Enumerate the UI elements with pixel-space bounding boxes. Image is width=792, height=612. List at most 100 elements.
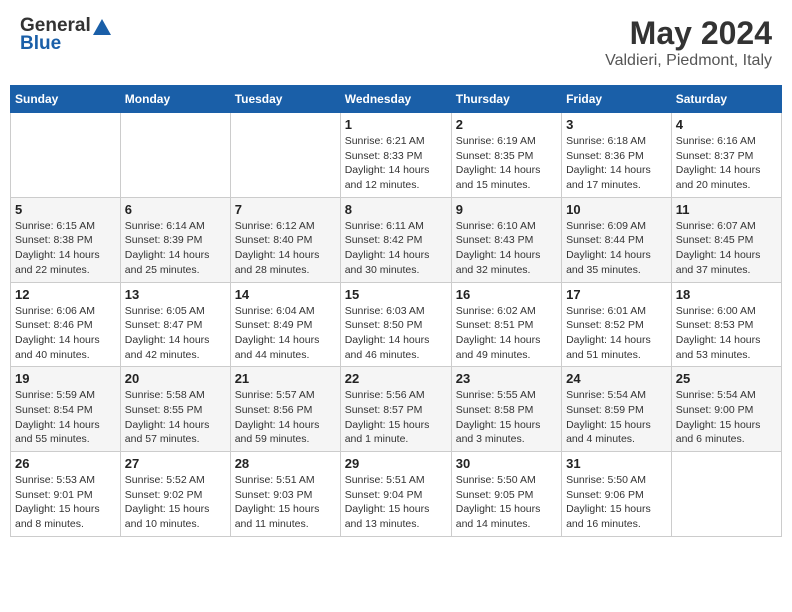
day-content: Sunrise: 5:56 AM Sunset: 8:57 PM Dayligh… (345, 388, 447, 447)
day-number: 23 (456, 371, 557, 386)
table-row: 15 Sunrise: 6:03 AM Sunset: 8:50 PM Dayli… (340, 282, 451, 367)
table-row: 7 Sunrise: 6:12 AM Sunset: 8:40 PM Daylig… (230, 197, 340, 282)
page-header: General Blue May 2024 Valdieri, Piedmont… (10, 10, 782, 75)
days-of-week-row: Sunday Monday Tuesday Wednesday Thursday… (11, 86, 782, 113)
logo: General Blue (20, 15, 111, 55)
table-row: 10 Sunrise: 6:09 AM Sunset: 8:44 PM Dayli… (562, 197, 672, 282)
day-content: Sunrise: 6:02 AM Sunset: 8:51 PM Dayligh… (456, 304, 557, 363)
table-row: 17 Sunrise: 6:01 AM Sunset: 8:52 PM Dayli… (562, 282, 672, 367)
week-row-5: 26 Sunrise: 5:53 AM Sunset: 9:01 PM Dayli… (11, 452, 782, 537)
table-row (11, 113, 121, 198)
day-content: Sunrise: 5:54 AM Sunset: 9:00 PM Dayligh… (676, 388, 777, 447)
day-content: Sunrise: 6:14 AM Sunset: 8:39 PM Dayligh… (125, 219, 226, 278)
day-number: 9 (456, 202, 557, 217)
day-content: Sunrise: 5:55 AM Sunset: 8:58 PM Dayligh… (456, 388, 557, 447)
month-year-title: May 2024 (605, 15, 772, 52)
day-number: 29 (345, 456, 447, 471)
location-subtitle: Valdieri, Piedmont, Italy (605, 52, 772, 70)
day-number: 20 (125, 371, 226, 386)
table-row (230, 113, 340, 198)
table-row: 30 Sunrise: 5:50 AM Sunset: 9:05 PM Dayli… (451, 452, 561, 537)
day-content: Sunrise: 5:52 AM Sunset: 9:02 PM Dayligh… (125, 473, 226, 532)
table-row: 27Sunrise: 5:52 AM Sunset: 9:02 PM Dayli… (120, 452, 230, 537)
day-content: Sunrise: 6:11 AM Sunset: 8:42 PM Dayligh… (345, 219, 447, 278)
col-saturday: Saturday (671, 86, 781, 113)
table-row: 14 Sunrise: 6:04 AM Sunset: 8:49 PM Dayli… (230, 282, 340, 367)
day-number: 8 (345, 202, 447, 217)
day-content: Sunrise: 5:54 AM Sunset: 8:59 PM Dayligh… (566, 388, 667, 447)
week-row-1: 1 Sunrise: 6:21 AM Sunset: 8:33 PM Daylig… (11, 113, 782, 198)
day-content: Sunrise: 6:21 AM Sunset: 8:33 PM Dayligh… (345, 134, 447, 193)
day-number: 31 (566, 456, 667, 471)
day-number: 10 (566, 202, 667, 217)
day-content: Sunrise: 5:58 AM Sunset: 8:55 PM Dayligh… (125, 388, 226, 447)
day-number: 17 (566, 287, 667, 302)
table-row: 18 Sunrise: 6:00 AM Sunset: 8:53 PM Dayli… (671, 282, 781, 367)
col-friday: Friday (562, 86, 672, 113)
day-content: Sunrise: 6:05 AM Sunset: 8:47 PM Dayligh… (125, 304, 226, 363)
table-row: 24 Sunrise: 5:54 AM Sunset: 8:59 PM Dayli… (562, 367, 672, 452)
table-row: 11 Sunrise: 6:07 AM Sunset: 8:45 PM Dayli… (671, 197, 781, 282)
day-content: Sunrise: 5:57 AM Sunset: 8:56 PM Dayligh… (235, 388, 336, 447)
day-number: 24 (566, 371, 667, 386)
table-row (120, 113, 230, 198)
day-content: Sunrise: 6:01 AM Sunset: 8:52 PM Dayligh… (566, 304, 667, 363)
day-number: 26 (15, 456, 116, 471)
day-content: Sunrise: 6:09 AM Sunset: 8:44 PM Dayligh… (566, 219, 667, 278)
day-number: 2 (456, 117, 557, 132)
table-row: 25 Sunrise: 5:54 AM Sunset: 9:00 PM Dayli… (671, 367, 781, 452)
day-content: Sunrise: 6:04 AM Sunset: 8:49 PM Dayligh… (235, 304, 336, 363)
day-content: Sunrise: 6:19 AM Sunset: 8:35 PM Dayligh… (456, 134, 557, 193)
table-row (671, 452, 781, 537)
day-number: 12 (15, 287, 116, 302)
day-number: 22 (345, 371, 447, 386)
table-row: 1 Sunrise: 6:21 AM Sunset: 8:33 PM Daylig… (340, 113, 451, 198)
table-row: 13Sunrise: 6:05 AM Sunset: 8:47 PM Dayli… (120, 282, 230, 367)
day-number: 28 (235, 456, 336, 471)
table-row: 20 Sunrise: 5:58 AM Sunset: 8:55 PM Dayli… (120, 367, 230, 452)
day-number: 1 (345, 117, 447, 132)
day-content: Sunrise: 5:51 AM Sunset: 9:03 PM Dayligh… (235, 473, 336, 532)
day-number: 30 (456, 456, 557, 471)
day-content: Sunrise: 6:18 AM Sunset: 8:36 PM Dayligh… (566, 134, 667, 193)
table-row: 28 Sunrise: 5:51 AM Sunset: 9:03 PM Dayli… (230, 452, 340, 537)
day-number: 18 (676, 287, 777, 302)
week-row-4: 19 Sunrise: 5:59 AM Sunset: 8:54 PM Dayli… (11, 367, 782, 452)
logo-blue-text: Blue (20, 33, 61, 55)
day-number: 14 (235, 287, 336, 302)
day-number: 15 (345, 287, 447, 302)
day-number: 11 (676, 202, 777, 217)
day-content: Sunrise: 5:51 AM Sunset: 9:04 PM Dayligh… (345, 473, 447, 532)
day-content: Sunrise: 5:50 AM Sunset: 9:05 PM Dayligh… (456, 473, 557, 532)
day-content: Sunrise: 6:03 AM Sunset: 8:50 PM Dayligh… (345, 304, 447, 363)
day-content: Sunrise: 6:16 AM Sunset: 8:37 PM Dayligh… (676, 134, 777, 193)
week-row-3: 12Sunrise: 6:06 AM Sunset: 8:46 PM Dayli… (11, 282, 782, 367)
table-row: 12Sunrise: 6:06 AM Sunset: 8:46 PM Dayli… (11, 282, 121, 367)
table-row: 21Sunrise: 5:57 AM Sunset: 8:56 PM Dayli… (230, 367, 340, 452)
table-row: 8 Sunrise: 6:11 AM Sunset: 8:42 PM Daylig… (340, 197, 451, 282)
table-row: 9 Sunrise: 6:10 AM Sunset: 8:43 PM Daylig… (451, 197, 561, 282)
day-content: Sunrise: 5:59 AM Sunset: 8:54 PM Dayligh… (15, 388, 116, 447)
day-number: 5 (15, 202, 116, 217)
table-row: 2 Sunrise: 6:19 AM Sunset: 8:35 PM Daylig… (451, 113, 561, 198)
table-row: 19 Sunrise: 5:59 AM Sunset: 8:54 PM Dayli… (11, 367, 121, 452)
table-row: 29 Sunrise: 5:51 AM Sunset: 9:04 PM Dayli… (340, 452, 451, 537)
day-number: 3 (566, 117, 667, 132)
col-monday: Monday (120, 86, 230, 113)
day-content: Sunrise: 6:10 AM Sunset: 8:43 PM Dayligh… (456, 219, 557, 278)
day-number: 25 (676, 371, 777, 386)
day-content: Sunrise: 6:12 AM Sunset: 8:40 PM Dayligh… (235, 219, 336, 278)
day-content: Sunrise: 5:53 AM Sunset: 9:01 PM Dayligh… (15, 473, 116, 532)
day-content: Sunrise: 6:07 AM Sunset: 8:45 PM Dayligh… (676, 219, 777, 278)
day-number: 19 (15, 371, 116, 386)
col-sunday: Sunday (11, 86, 121, 113)
table-row: 3 Sunrise: 6:18 AM Sunset: 8:36 PM Daylig… (562, 113, 672, 198)
table-row: 6Sunrise: 6:14 AM Sunset: 8:39 PM Daylig… (120, 197, 230, 282)
col-wednesday: Wednesday (340, 86, 451, 113)
table-row: 4 Sunrise: 6:16 AM Sunset: 8:37 PM Daylig… (671, 113, 781, 198)
day-content: Sunrise: 6:00 AM Sunset: 8:53 PM Dayligh… (676, 304, 777, 363)
table-row: 16Sunrise: 6:02 AM Sunset: 8:51 PM Dayli… (451, 282, 561, 367)
day-number: 4 (676, 117, 777, 132)
day-number: 7 (235, 202, 336, 217)
table-row: 31Sunrise: 5:50 AM Sunset: 9:06 PM Dayli… (562, 452, 672, 537)
